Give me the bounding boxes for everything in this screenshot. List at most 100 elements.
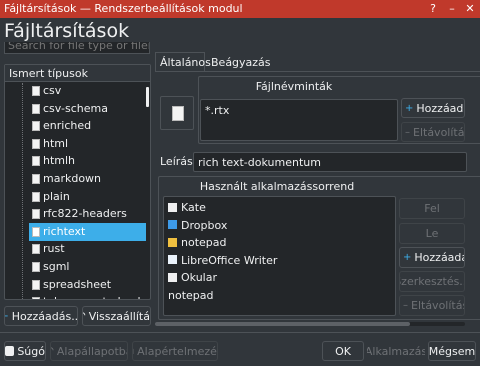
window-titlebar[interactable]: Fájltársítások — Rendszerbeállítások mod… — [0, 0, 480, 18]
pattern-item[interactable]: *.rtx — [205, 104, 229, 117]
remove-pattern-button[interactable]: – Eltávolítás — [401, 122, 465, 142]
tab-embedding[interactable]: Beágyazás — [209, 54, 271, 72]
app-list-item[interactable]: Dropbox — [168, 217, 227, 234]
tree-item[interactable]: htmlh — [29, 152, 146, 170]
undo-icon: ↶ — [83, 311, 86, 322]
app-list[interactable]: Kate Dropbox notepad LibreOffice Writer Okul… — [163, 196, 396, 316]
document-icon — [32, 121, 40, 132]
search-field[interactable] — [4, 42, 150, 56]
tree-item-label: csv-schema — [43, 101, 108, 115]
tree-header: Ismert típusok — [5, 65, 150, 82]
tree-item[interactable]: markdown — [29, 170, 146, 188]
document-icon — [32, 103, 40, 114]
kate-icon — [168, 202, 177, 212]
tree-scrollbar[interactable] — [146, 87, 149, 107]
tree-item-label: richtext — [43, 224, 86, 238]
tree-item[interactable]: spreadsheet — [29, 276, 146, 294]
help-icon — [5, 346, 15, 356]
plus-icon: + — [5, 311, 9, 322]
document-icon — [32, 86, 40, 96]
document-icon — [32, 209, 40, 220]
app-name: Dropbox — [181, 218, 228, 232]
move-down-button[interactable]: Le — [399, 223, 465, 244]
window-title: Fájltársítások — Rendszerbeállítások mod… — [4, 2, 243, 15]
tree-item[interactable]: tab-separated-values — [29, 293, 146, 299]
tree-item-label: rfc822-headers — [43, 207, 127, 221]
tree-item[interactable]: csv — [29, 82, 146, 100]
app-list-item[interactable]: Kate — [168, 199, 206, 216]
minus-icon: – — [405, 126, 410, 138]
tree-item[interactable]: enriched — [29, 117, 146, 135]
document-icon — [32, 138, 40, 149]
add-type-button[interactable]: +Hozzáadás... — [4, 306, 78, 326]
remove-app-button[interactable]: – Eltávolítás — [399, 295, 465, 316]
document-icon — [32, 191, 40, 202]
plus-icon: + — [405, 102, 414, 114]
tree-item-label: plain — [43, 189, 70, 203]
apply-button[interactable]: Alkalmazás — [367, 341, 425, 361]
libreoffice-writer-icon — [168, 255, 177, 264]
tree-item-label: tab-separated-values — [43, 295, 146, 299]
defaults-button[interactable]: ▫Alapértelmezés — [132, 341, 218, 361]
page-title: Fájltársítások — [4, 20, 130, 42]
document-icon — [32, 297, 40, 299]
tree-item-label: spreadsheet — [43, 277, 112, 291]
app-name: LibreOffice Writer — [181, 253, 278, 267]
app-name: Okular — [181, 271, 217, 284]
app-list-item[interactable]: notepad — [168, 234, 227, 251]
known-types-tree[interactable]: Ismert típusok csv csv-schema enriched html… — [4, 64, 151, 300]
patterns-list[interactable]: *.rtx — [200, 99, 398, 141]
notepad-icon — [168, 237, 177, 247]
tab-general[interactable]: Általános — [155, 52, 211, 72]
document-icon — [32, 244, 40, 255]
tree-item[interactable]: sgml — [29, 258, 146, 276]
cancel-button[interactable]: Mégsem — [428, 341, 476, 361]
footer-divider — [0, 332, 480, 333]
minimize-button[interactable]: – — [445, 2, 459, 16]
tree-item[interactable]: plain — [29, 188, 146, 206]
tree-branch-line — [22, 83, 23, 299]
reset-types-button[interactable]: ↶Visszaállítás — [82, 306, 151, 326]
tree-item[interactable]: csv-schema — [29, 100, 146, 118]
tree-item[interactable]: rfc822-headers — [29, 205, 146, 223]
document-icon: ▫ — [133, 346, 134, 357]
undo-icon: ↶ — [51, 346, 54, 357]
document-icon — [32, 262, 40, 272]
app-list-item[interactable]: notepad — [168, 287, 214, 304]
app-name: notepad — [181, 236, 227, 249]
help-window-button[interactable]: ? — [426, 2, 440, 16]
edit-app-button[interactable]: Szerkesztés... — [399, 271, 465, 292]
tree-item[interactable]: html — [29, 135, 146, 153]
document-icon — [32, 174, 40, 184]
tree-item[interactable]: rust — [29, 240, 146, 258]
horizontal-scrollbar[interactable] — [155, 322, 465, 326]
app-order-title: Használt alkalmazássorrend — [199, 180, 355, 193]
scrollbar-thumb[interactable] — [155, 322, 410, 326]
tree-item-label: sgml — [43, 260, 70, 273]
type-icon-button[interactable] — [160, 96, 194, 130]
dropbox-icon — [168, 220, 177, 229]
ok-button[interactable]: OK — [322, 341, 364, 361]
app-list-item[interactable]: LibreOffice Writer — [168, 252, 277, 269]
close-window-button[interactable]: ✕ — [463, 2, 477, 16]
tree-item-label: csv — [43, 84, 62, 97]
move-up-button[interactable]: Fel — [399, 198, 465, 219]
reset-button[interactable]: ↶Alapállapotba — [50, 341, 128, 361]
document-icon — [32, 279, 40, 290]
patterns-title: Fájlnévminták — [255, 80, 333, 93]
description-input[interactable]: rich text-dokumentum — [193, 152, 467, 172]
document-icon — [32, 226, 40, 237]
search-input[interactable] — [4, 42, 150, 54]
help-button[interactable]: Súgó — [4, 341, 46, 361]
okular-icon — [168, 272, 177, 282]
document-icon — [32, 156, 40, 167]
tree-item-label: enriched — [43, 119, 92, 133]
add-pattern-button[interactable]: +Hozzáadás... — [401, 98, 465, 118]
minus-icon: – — [403, 300, 408, 311]
tree-item-label: htmlh — [43, 154, 76, 168]
app-list-item[interactable]: Okular — [168, 269, 217, 286]
tree-item[interactable]: richtext — [29, 222, 146, 241]
description-label: Leírás: — [160, 155, 197, 168]
document-icon — [172, 106, 184, 121]
add-app-button[interactable]: +Hozzáadás... — [399, 247, 465, 268]
